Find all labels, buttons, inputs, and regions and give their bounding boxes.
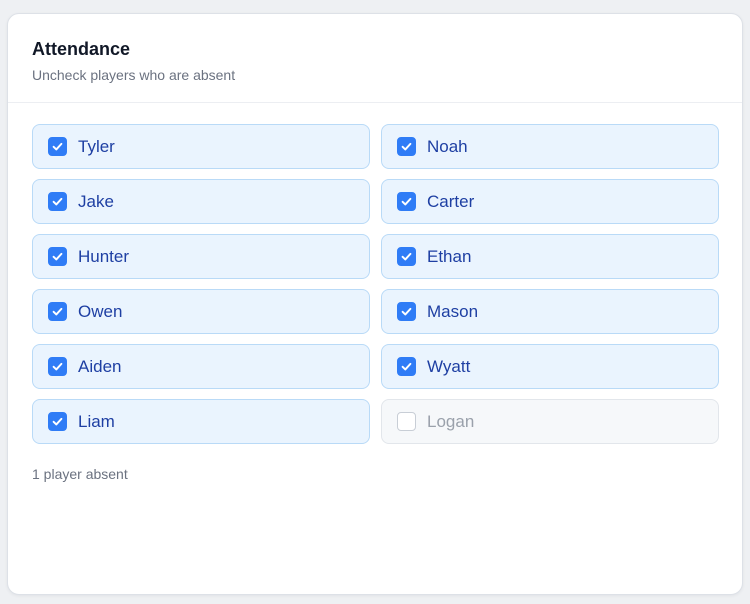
- player-checkbox[interactable]: [397, 412, 416, 431]
- check-icon: [52, 252, 63, 261]
- player-toggle-tyler[interactable]: Tyler: [32, 124, 370, 169]
- player-toggle-carter[interactable]: Carter: [381, 179, 719, 224]
- absent-count: 1 player absent: [32, 466, 128, 482]
- player-toggle-ethan[interactable]: Ethan: [381, 234, 719, 279]
- player-name: Carter: [427, 191, 475, 211]
- player-name: Hunter: [78, 246, 130, 266]
- check-icon: [52, 362, 63, 371]
- player-toggle-hunter[interactable]: Hunter: [32, 234, 370, 279]
- player-toggle-aiden[interactable]: Aiden: [32, 344, 370, 389]
- page-subtitle: Uncheck players who are absent: [32, 67, 236, 83]
- check-icon: [401, 307, 412, 316]
- player-checkbox[interactable]: [397, 357, 416, 376]
- player-checkbox[interactable]: [48, 247, 67, 266]
- player-name: Logan: [427, 411, 475, 431]
- player-checkbox[interactable]: [48, 302, 67, 321]
- check-icon: [52, 142, 63, 151]
- player-name: Tyler: [78, 136, 115, 156]
- player-checkbox[interactable]: [397, 247, 416, 266]
- check-icon: [401, 362, 412, 371]
- player-name: Owen: [78, 301, 123, 321]
- player-toggle-logan[interactable]: Logan: [381, 399, 719, 444]
- player-checkbox[interactable]: [48, 357, 67, 376]
- player-checkbox[interactable]: [397, 302, 416, 321]
- check-icon: [52, 307, 63, 316]
- player-toggle-mason[interactable]: Mason: [381, 289, 719, 334]
- attendance-card: Attendance Uncheck players who are absen…: [7, 13, 743, 595]
- check-icon: [401, 252, 412, 261]
- page-title: Attendance: [32, 39, 131, 59]
- player-name: Noah: [427, 136, 468, 156]
- player-toggle-wyatt[interactable]: Wyatt: [381, 344, 719, 389]
- player-grid: Tyler Noah Jake Carter Hunter Ethan Owen Mason A…: [32, 124, 719, 444]
- player-checkbox[interactable]: [397, 192, 416, 211]
- player-checkbox[interactable]: [48, 412, 67, 431]
- player-toggle-jake[interactable]: Jake: [32, 179, 370, 224]
- check-icon: [401, 197, 412, 206]
- player-name: Jake: [78, 191, 114, 211]
- player-checkbox[interactable]: [48, 137, 67, 156]
- check-icon: [401, 142, 412, 151]
- card-header: Attendance Uncheck players who are absen…: [8, 14, 742, 103]
- check-icon: [52, 197, 63, 206]
- player-toggle-noah[interactable]: Noah: [381, 124, 719, 169]
- player-name: Mason: [427, 301, 479, 321]
- player-name: Liam: [78, 411, 115, 431]
- player-name: Wyatt: [427, 356, 471, 376]
- player-name: Ethan: [427, 246, 472, 266]
- player-name: Aiden: [78, 356, 122, 376]
- player-toggle-liam[interactable]: Liam: [32, 399, 370, 444]
- player-toggle-owen[interactable]: Owen: [32, 289, 370, 334]
- player-checkbox[interactable]: [397, 137, 416, 156]
- check-icon: [52, 417, 63, 426]
- player-checkbox[interactable]: [48, 192, 67, 211]
